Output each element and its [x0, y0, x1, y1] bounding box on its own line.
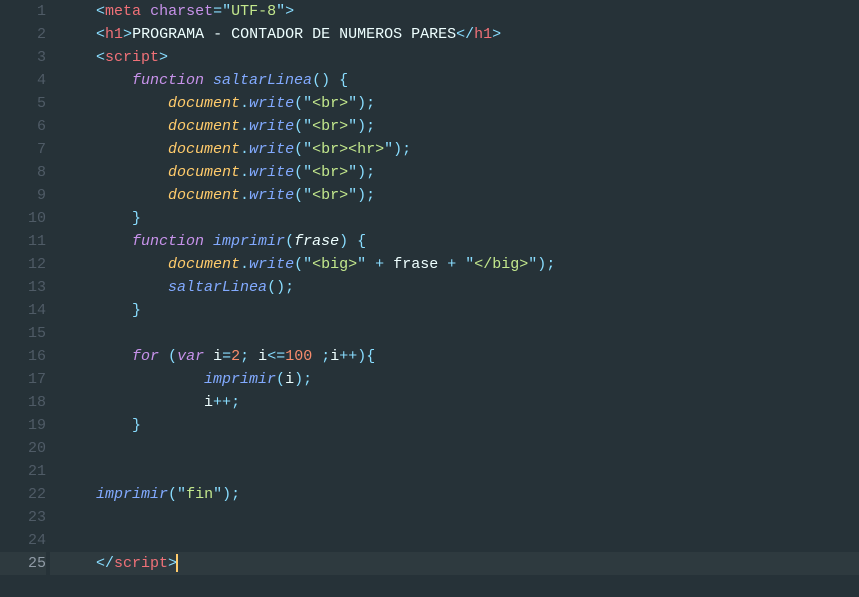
line-number: 21 [0, 460, 46, 483]
code-line[interactable]: imprimir(i); [50, 368, 859, 391]
line-number: 18 [0, 391, 46, 414]
code-line[interactable]: function saltarLinea() { [50, 69, 859, 92]
line-number: 15 [0, 322, 46, 345]
line-number: 17 [0, 368, 46, 391]
line-number: 6 [0, 115, 46, 138]
line-number: 2 [0, 23, 46, 46]
code-area[interactable]: <meta charset="UTF-8"> <h1>PROGRAMA - CO… [50, 0, 859, 597]
line-number: 19 [0, 414, 46, 437]
code-editor[interactable]: 1234567891011121314151617181920212223242… [0, 0, 859, 597]
line-number: 11 [0, 230, 46, 253]
code-line[interactable]: document.write("<br>"); [50, 161, 859, 184]
text-cursor [176, 554, 178, 572]
line-number: 12 [0, 253, 46, 276]
line-number: 20 [0, 437, 46, 460]
code-line[interactable]: document.write("<br><hr>"); [50, 138, 859, 161]
code-line[interactable]: imprimir("fin"); [50, 483, 859, 506]
line-number: 8 [0, 161, 46, 184]
line-number: 14 [0, 299, 46, 322]
code-line[interactable]: document.write("<big>" + frase + "</big>… [50, 253, 859, 276]
line-number: 9 [0, 184, 46, 207]
line-number: 22 [0, 483, 46, 506]
code-line[interactable]: for (var i=2; i<=100 ;i++){ [50, 345, 859, 368]
line-number: 16 [0, 345, 46, 368]
code-line[interactable]: document.write("<br>"); [50, 92, 859, 115]
code-line[interactable]: } [50, 414, 859, 437]
code-line[interactable] [50, 322, 859, 345]
code-line[interactable] [50, 506, 859, 529]
line-number: 10 [0, 207, 46, 230]
line-number: 25 [0, 552, 46, 575]
code-line[interactable]: saltarLinea(); [50, 276, 859, 299]
code-line[interactable]: <meta charset="UTF-8"> [50, 0, 859, 23]
line-number: 23 [0, 506, 46, 529]
line-number: 7 [0, 138, 46, 161]
code-line[interactable]: } [50, 207, 859, 230]
code-line[interactable]: </script> [50, 552, 859, 575]
code-line[interactable]: i++; [50, 391, 859, 414]
code-line[interactable]: document.write("<br>"); [50, 115, 859, 138]
code-line[interactable]: function imprimir(frase) { [50, 230, 859, 253]
line-number: 13 [0, 276, 46, 299]
line-number: 1 [0, 0, 46, 23]
code-line[interactable]: <script> [50, 46, 859, 69]
code-line[interactable]: <h1>PROGRAMA - CONTADOR DE NUMEROS PARES… [50, 23, 859, 46]
line-number: 5 [0, 92, 46, 115]
code-line[interactable]: document.write("<br>"); [50, 184, 859, 207]
code-line[interactable] [50, 437, 859, 460]
line-number: 24 [0, 529, 46, 552]
line-number: 3 [0, 46, 46, 69]
code-line[interactable] [50, 460, 859, 483]
line-number: 4 [0, 69, 46, 92]
line-number-gutter: 1234567891011121314151617181920212223242… [0, 0, 50, 597]
code-line[interactable] [50, 529, 859, 552]
code-line[interactable]: } [50, 299, 859, 322]
